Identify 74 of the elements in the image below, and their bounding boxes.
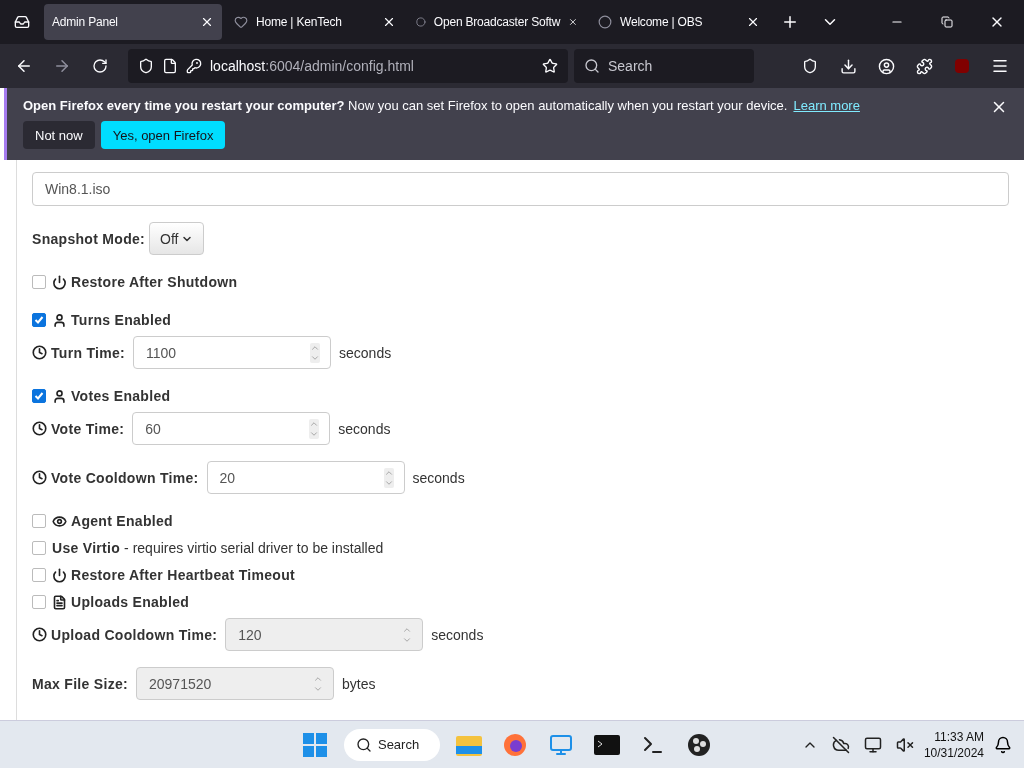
shield-icon[interactable]: [138, 58, 154, 74]
dropdown-button[interactable]: Off: [149, 222, 204, 255]
clock-icon: [32, 421, 47, 436]
confirm-button[interactable]: Yes, open Firefox: [100, 121, 226, 149]
mute-icon[interactable]: [895, 735, 914, 754]
address-bar[interactable]: localhost:6004/admin/config.html: [128, 49, 568, 83]
checkbox[interactable]: [32, 595, 46, 609]
browser-tab[interactable]: Open Broadcaster Softw: [408, 4, 586, 40]
clock-icon: [32, 627, 47, 642]
text-field[interactable]: Win8.1.iso: [32, 172, 1009, 206]
file-icon: [52, 594, 67, 610]
circle-icon: [416, 15, 426, 29]
heart-icon: [234, 15, 248, 29]
clock-icon: [32, 470, 47, 485]
clock-time[interactable]: 11:33 AM: [934, 729, 984, 744]
checkbox[interactable]: [32, 313, 46, 327]
checkbox-label: Agent Enabled: [71, 513, 173, 529]
taskbar-search[interactable]: Search: [343, 728, 440, 761]
circle-icon: [598, 15, 612, 29]
browser-tab[interactable]: Admin Panel: [44, 4, 222, 40]
unit-label: seconds: [431, 626, 484, 643]
power-icon: [52, 274, 67, 290]
clock-icon: [32, 345, 47, 360]
power-icon: [52, 567, 67, 583]
field-label: Snapshot Mode:: [32, 230, 146, 247]
url-text: localhost:6004/admin/config.html: [210, 58, 414, 74]
user-icon: [52, 388, 67, 404]
close-icon[interactable]: [200, 15, 214, 29]
tab-title: Open Broadcaster Softw: [433, 15, 561, 29]
cloud-off-icon[interactable]: [831, 735, 850, 754]
checkbox-note: - requires virtio serial driver to be installed: [124, 540, 384, 556]
tab-title: Home | KenTech: [256, 15, 343, 29]
learn-more-link[interactable]: Learn more: [793, 98, 860, 113]
field-label: Vote Time:: [51, 420, 125, 437]
checkbox[interactable]: [32, 514, 46, 528]
field-label: Vote Cooldown Time:: [51, 469, 199, 486]
search-field[interactable]: Search: [574, 49, 754, 83]
tab-title: Admin Panel: [52, 15, 119, 29]
browser-tab[interactable]: Home | KenTech: [226, 4, 404, 40]
close-icon[interactable]: [382, 15, 396, 29]
checkbox-label: Restore After Shutdown: [71, 274, 238, 290]
notification-message: Open Firefox every time you restart your computer? Now you can set Firefox to open automatically when you restart your device.: [23, 98, 788, 113]
number-field[interactable]: 20: [206, 461, 405, 494]
star-icon[interactable]: [542, 58, 558, 74]
tab-title: Welcome | OBS: [620, 15, 704, 29]
field-label: Turn Time:: [51, 344, 126, 361]
checkbox[interactable]: [32, 275, 46, 289]
close-icon[interactable]: [746, 15, 760, 29]
number-field[interactable]: 1100: [133, 336, 332, 369]
eye-icon: [52, 513, 67, 529]
key-icon[interactable]: [186, 58, 202, 74]
search-icon: [584, 58, 600, 74]
checkbox[interactable]: [32, 568, 46, 582]
unit-label: seconds: [412, 469, 465, 486]
checkbox[interactable]: [32, 389, 46, 403]
dismiss-button[interactable]: Not now: [23, 121, 95, 149]
field-label: Max File Size:: [32, 675, 128, 692]
checkbox[interactable]: [32, 541, 46, 555]
checkbox-label: Use Virtio: [52, 540, 121, 556]
page-icon[interactable]: [162, 58, 178, 74]
checkbox-label: Turns Enabled: [71, 312, 172, 328]
checkbox-label: Votes Enabled: [71, 388, 171, 404]
field-label: Upload Cooldown Time:: [51, 626, 218, 643]
browser-tab[interactable]: Welcome | OBS: [590, 4, 768, 40]
unit-label: seconds: [339, 344, 392, 361]
notification-icon[interactable]: [994, 735, 1012, 754]
clock-date[interactable]: 10/31/2024: [923, 745, 984, 760]
checkbox-label: Restore After Heartbeat Timeout: [71, 567, 296, 583]
unit-label: bytes: [342, 675, 376, 692]
search-icon: [355, 736, 372, 753]
number-field[interactable]: 60: [132, 412, 331, 445]
unit-label: seconds: [338, 420, 391, 437]
user-icon: [52, 312, 67, 328]
checkbox-label: Uploads Enabled: [71, 594, 190, 610]
